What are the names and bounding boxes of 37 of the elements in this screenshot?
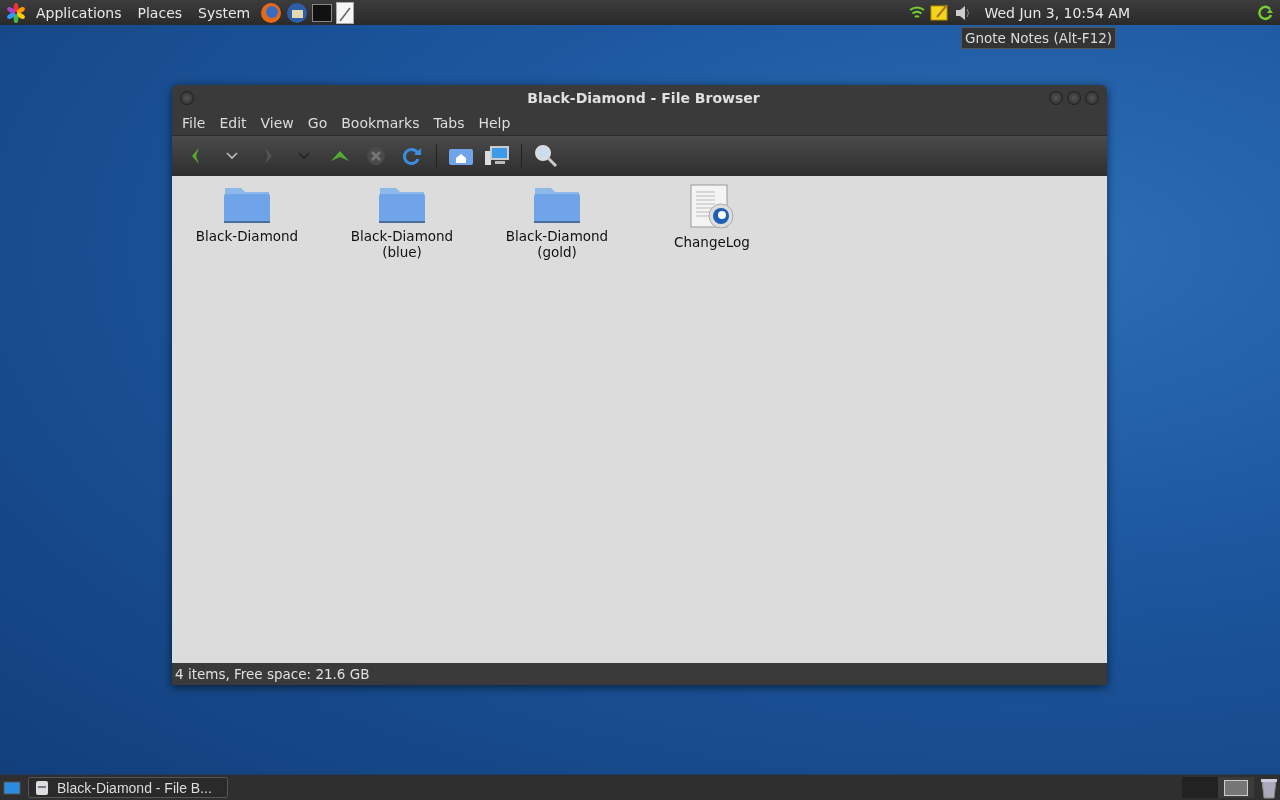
reload-icon[interactable] [402,146,422,166]
computer-icon[interactable] [484,145,510,167]
taskbar-button[interactable]: Black-Diamond - File B... [28,777,228,798]
refresh-arrow-icon[interactable] [1256,3,1274,22]
menu-item[interactable]: Edit [213,113,253,133]
home-folder-icon[interactable] [448,146,474,166]
stop-icon[interactable] [366,146,386,166]
chevron-down-icon[interactable] [226,152,238,160]
trash-can-icon[interactable] [1260,776,1278,799]
show-desktop-icon[interactable] [2,778,22,797]
menu-item[interactable]: Bookmarks [335,113,426,133]
menu-item[interactable]: Go [301,113,334,133]
file-label[interactable]: Black-Diamond (gold) [497,228,617,260]
tooltip: Gnote Notes (Alt-F12) [961,27,1117,49]
panel-menu[interactable]: Applications [30,2,128,23]
panel-menu[interactable]: Places [131,2,189,23]
clock[interactable]: Wed Jun 3, 10:54 AM [976,4,1138,21]
file-label[interactable]: ChangeLog [652,234,772,250]
file-label[interactable]: Black-Diamond [187,228,307,244]
notes-icon[interactable] [930,3,951,22]
document-gear-icon [689,184,735,230]
up-arrow-icon[interactable] [330,150,350,162]
file-label[interactable]: Black-Diamond (blue) [342,228,462,260]
menu-item[interactable]: Tabs [427,113,471,133]
wifi-icon[interactable] [908,4,927,21]
menu-item[interactable]: File [176,113,212,133]
status-bar: 4 items, Free space: 21.6 GB [172,663,1107,685]
window-title: Black-Diamond - File Browser [526,90,761,106]
panel-menu[interactable]: System [192,2,257,23]
flower-logo-icon[interactable] [6,2,26,23]
search-icon[interactable] [534,144,558,168]
terminal-icon[interactable] [312,3,333,22]
drive-icon [35,779,49,796]
text-editor-icon[interactable] [336,1,355,24]
workspace-button[interactable] [1218,777,1254,798]
menu-item[interactable]: Help [472,113,517,133]
menu-item[interactable]: View [254,113,300,133]
